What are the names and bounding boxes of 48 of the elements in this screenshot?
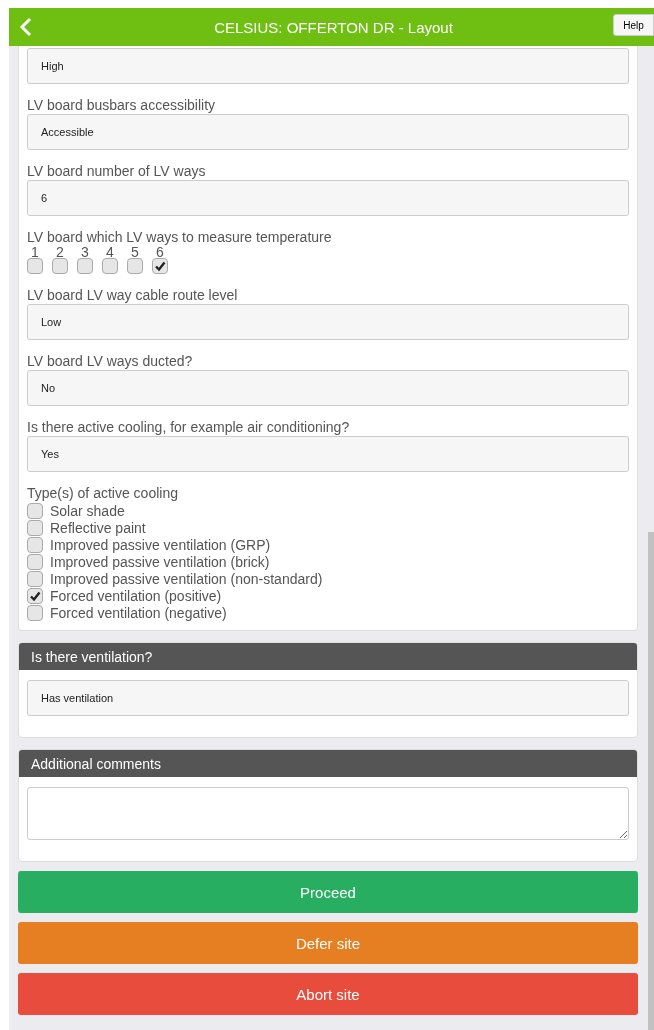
select-field[interactable]: Yes	[27, 436, 629, 472]
select-field[interactable]: High	[27, 48, 629, 84]
checkbox[interactable]	[27, 570, 43, 587]
field-label: Type(s) of active cooling	[27, 485, 179, 501]
option-number: 1	[31, 246, 39, 258]
checkbox-label: Reflective paint	[50, 519, 146, 536]
checkbox[interactable]	[27, 604, 43, 621]
checkbox[interactable]	[27, 536, 43, 553]
select-field[interactable]: 6	[27, 180, 629, 216]
checkbox[interactable]	[27, 587, 43, 604]
field-label: LV board busbars accessibility	[27, 97, 217, 113]
action-button[interactable]: Abort site	[18, 973, 638, 1015]
back-chevron-icon	[19, 17, 33, 37]
field-label: LV board number of LV ways	[27, 163, 207, 179]
checkbox[interactable]	[127, 258, 143, 274]
checkbox[interactable]	[52, 258, 68, 274]
page-title: CELSIUS: OFFERTON DR - Layout	[213, 18, 454, 36]
section-header: Additional comments	[19, 750, 637, 777]
checkbox[interactable]	[102, 258, 118, 274]
checkbox[interactable]	[27, 519, 43, 536]
option-number: 2	[56, 246, 64, 258]
checkbox-label: Improved passive ventilation (GRP)	[50, 536, 271, 553]
help-button[interactable]: Help	[613, 14, 654, 36]
option-number: 4	[106, 246, 114, 258]
field-label: Is there active cooling, for example air conditioning?	[27, 419, 351, 435]
checkbox[interactable]	[77, 258, 93, 274]
field-label: LV board LV way cable route level	[27, 287, 239, 303]
select-field[interactable]: No	[27, 370, 629, 406]
section-header: Is there ventilation?	[19, 643, 637, 670]
checkbox-label: Solar shade	[50, 502, 125, 519]
option-number: 5	[131, 246, 139, 258]
option-number: 6	[156, 246, 164, 258]
select-field[interactable]: Accessible	[27, 114, 629, 150]
select-field[interactable]: Low	[27, 304, 629, 340]
checkbox[interactable]	[152, 258, 168, 274]
select-field[interactable]: Has ventilation	[27, 680, 629, 716]
field-label: LV board which LV ways to measure temperature	[27, 229, 333, 245]
checkbox[interactable]	[27, 502, 43, 519]
checkbox-label: Forced ventilation (positive)	[50, 587, 222, 604]
checkbox-label: Improved passive ventilation (non-standard)	[50, 570, 323, 587]
option-number: 3	[81, 246, 89, 258]
field-label: LV board LV ways ducted?	[27, 353, 194, 369]
comments-field[interactable]	[27, 787, 629, 840]
checkbox[interactable]	[27, 258, 43, 274]
checkbox-label: Forced ventilation (negative)	[50, 604, 227, 621]
checkbox[interactable]	[27, 553, 43, 570]
checkbox-label: Improved passive ventilation (brick)	[50, 553, 270, 570]
scrollbar[interactable]	[648, 532, 654, 1030]
